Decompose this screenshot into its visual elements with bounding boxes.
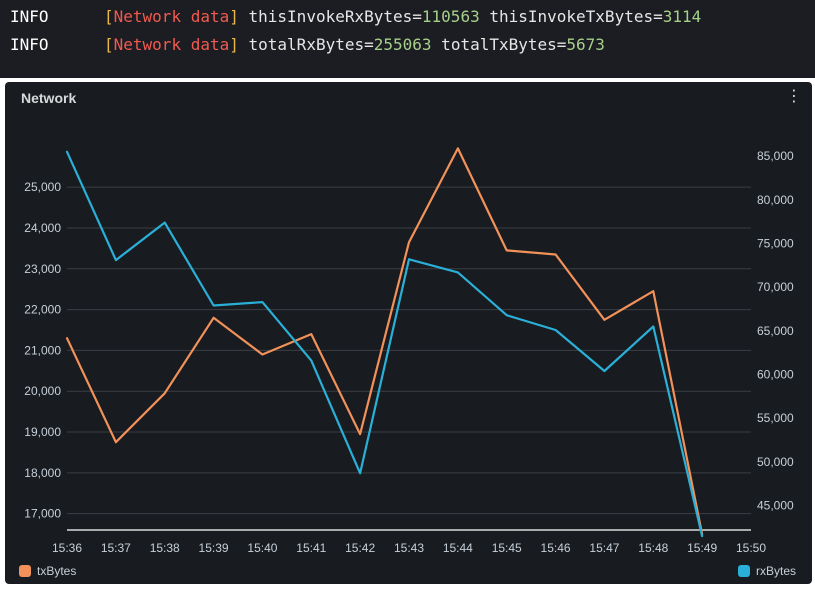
log-bracket: ] — [229, 35, 239, 54]
y-right-tick-label: 85,000 — [757, 149, 794, 163]
y-left-tick-label: 20,000 — [24, 384, 61, 398]
network-chart: 25,000 24,000 23,000 22,000 21,000 20,000 19,0… — [24, 147, 794, 555]
x-tick-label: 15:38 — [150, 541, 180, 555]
log-key: totalRxBytes= — [248, 35, 374, 54]
series-line-txbytes[interactable] — [65, 147, 704, 536]
log-value: 3114 — [662, 7, 702, 26]
y-left-tick-label: 25,000 — [24, 180, 61, 194]
legend-swatch-rxbytes — [737, 565, 750, 577]
log-value: 5673 — [566, 35, 605, 54]
log-level: INFO — [10, 35, 49, 54]
y-left-tick-label: 24,000 — [24, 221, 61, 235]
log-key: totalTxBytes= — [431, 35, 567, 54]
log-tag: Network data — [113, 7, 230, 26]
legend-swatch-txbytes — [19, 565, 31, 577]
x-tick-label: 15:40 — [247, 541, 277, 555]
y-right-tick-label: 65,000 — [757, 324, 794, 338]
log-line: INFO [Network data] totalRxBytes=255063 t… — [10, 34, 605, 56]
network-panel: Network ⋮ 25,000 24,000 23,000 22,000 21,000… — [5, 82, 812, 584]
y-left-tick-label: 19,000 — [24, 425, 61, 439]
y-right-tick-label: 75,000 — [757, 237, 794, 251]
x-tick-label: 15:46 — [541, 541, 571, 555]
y-right-tick-label: 80,000 — [757, 193, 794, 207]
series-line-rxbytes[interactable] — [65, 150, 704, 538]
y-right-tick-label: 55,000 — [757, 411, 794, 425]
x-tick-label: 15:49 — [687, 541, 717, 555]
log-key: thisInvokeRxBytes= — [248, 7, 422, 26]
log-bracket: [ — [104, 7, 114, 26]
x-tick-label: 15:45 — [492, 541, 522, 555]
legend-label-rxbytes: rxBytes — [755, 564, 796, 578]
x-tick-label: 15:47 — [589, 541, 619, 555]
y-right-tick-label: 45,000 — [757, 499, 794, 513]
y-left-tick-label: 23,000 — [24, 262, 61, 276]
log-bracket: [ — [104, 35, 114, 54]
y-left-tick-label: 21,000 — [24, 343, 61, 357]
log-key: thisInvokeTxBytes= — [479, 7, 663, 26]
x-tick-label: 15:37 — [101, 541, 131, 555]
log-tag: Network data — [113, 35, 230, 54]
y-left-tick-label: 22,000 — [24, 303, 61, 317]
y-right-tick-label: 50,000 — [757, 455, 794, 469]
x-tick-label: 15:36 — [52, 541, 82, 555]
y-left-tick-label: 17,000 — [24, 507, 61, 521]
y-right-tick-label: 60,000 — [757, 368, 794, 382]
x-tick-label: 15:48 — [638, 541, 668, 555]
x-tick-label: 15:41 — [296, 541, 326, 555]
legend-item-txbytes[interactable]: txBytes — [19, 564, 76, 578]
legend-item-rxbytes[interactable]: rxBytes — [737, 564, 796, 578]
y-left-tick-label: 18,000 — [24, 466, 61, 480]
legend-label-txbytes: txBytes — [37, 564, 77, 578]
log-bracket: ] — [229, 7, 239, 26]
x-tick-label: 15:50 — [736, 541, 766, 555]
x-tick-label: 15:43 — [394, 541, 424, 555]
x-tick-label: 15:42 — [345, 541, 375, 555]
log-level: INFO — [10, 7, 49, 26]
log-value: 255063 — [373, 35, 432, 54]
x-tick-label: 15:44 — [443, 541, 473, 555]
log-value: 110563 — [421, 7, 480, 26]
y-right-tick-label: 70,000 — [757, 280, 794, 294]
log-line: INFO [Network data] thisInvokeRxBytes=110… — [10, 6, 701, 28]
x-tick-label: 15:39 — [199, 541, 229, 555]
terminal-log: INFO [Network data] thisInvokeRxBytes=110… — [0, 0, 815, 78]
